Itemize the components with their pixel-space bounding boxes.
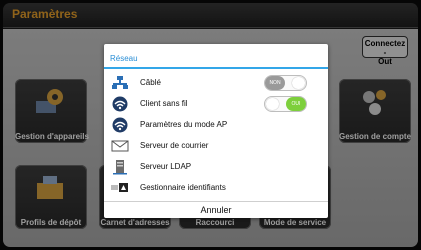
dialog-title-divider xyxy=(104,67,328,69)
menu-item-label: Gestionnaire identifiants xyxy=(140,183,226,192)
menu-item-credentials[interactable]: Gestionnaire identifiants xyxy=(109,178,323,198)
wired-network-icon xyxy=(112,76,128,89)
menu-item-label: Client sans fil xyxy=(140,99,188,108)
screen: Paramètres Connectez - Out Gestion d'app… xyxy=(0,0,421,250)
toggle-state: NON xyxy=(265,76,285,90)
ldap-server-icon xyxy=(113,160,127,175)
menu-item-ldap-server[interactable]: Serveur LDAP xyxy=(109,157,323,177)
network-dialog: Réseau Câblé NON Client sans fil OUI Par… xyxy=(104,44,328,218)
menu-item-label: Serveur de courrier xyxy=(140,141,209,150)
menu-item-label: Serveur LDAP xyxy=(140,162,192,171)
cancel-button[interactable]: Annuler xyxy=(104,202,328,218)
menu-item-wireless-client[interactable]: Client sans fil OUI xyxy=(109,94,323,114)
mail-server-icon xyxy=(111,140,129,152)
menu-item-wired[interactable]: Câblé NON xyxy=(109,73,323,93)
wireless-client-icon xyxy=(112,96,128,112)
toggle-state: OUI xyxy=(286,97,306,111)
menu-item-ap-mode[interactable]: Paramètres du mode AP xyxy=(109,115,323,135)
dialog-title: Réseau xyxy=(110,54,138,63)
menu-item-mail-server[interactable]: Serveur de courrier xyxy=(109,136,323,156)
credentials-icon xyxy=(111,183,128,192)
access-point-icon xyxy=(112,117,128,133)
menu-item-label: Paramètres du mode AP xyxy=(140,120,228,129)
wired-toggle[interactable]: NON xyxy=(264,75,307,91)
wireless-toggle[interactable]: OUI xyxy=(264,96,307,112)
menu-item-label: Câblé xyxy=(140,78,161,87)
